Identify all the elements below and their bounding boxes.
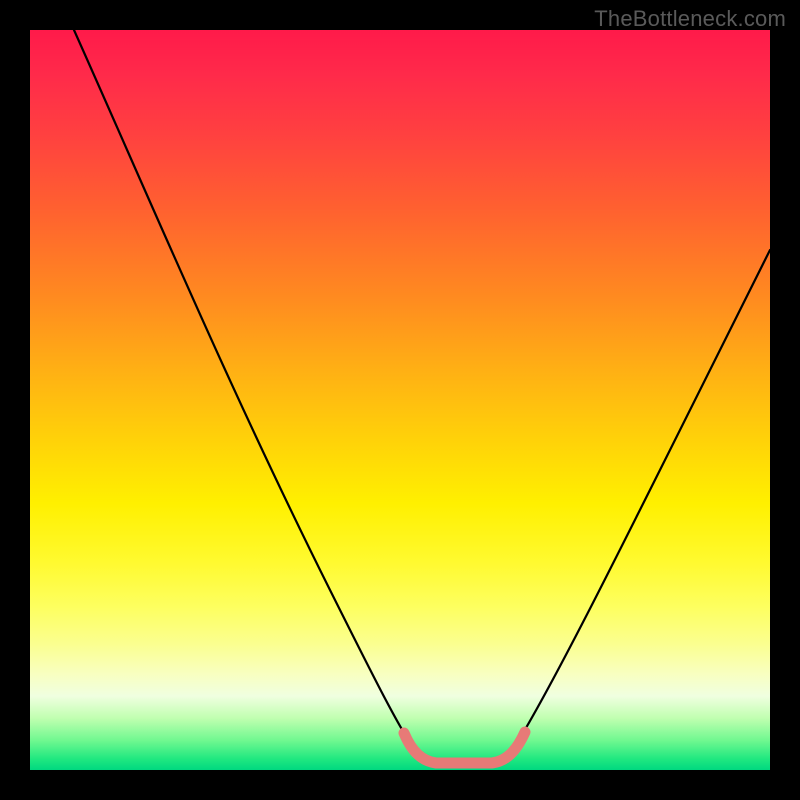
chart-container: TheBottleneck.com	[0, 0, 800, 800]
curve-layer	[30, 30, 770, 770]
trough-highlight	[404, 732, 525, 763]
bottleneck-curve	[74, 30, 770, 763]
watermark-text: TheBottleneck.com	[594, 6, 786, 32]
plot-area	[30, 30, 770, 770]
